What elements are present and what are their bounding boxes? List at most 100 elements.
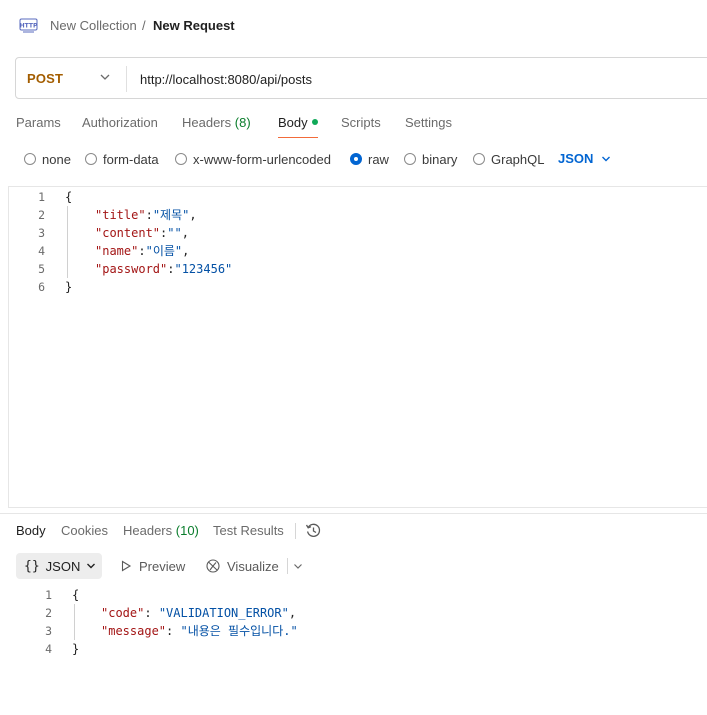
body-type-selector: none form-data x-www-form-urlencoded raw…: [0, 148, 707, 170]
chevron-down-icon: [87, 563, 96, 569]
radio-label: raw: [368, 151, 389, 167]
chevron-down-icon[interactable]: [291, 559, 305, 573]
line-number: 5: [38, 262, 45, 276]
svg-text:HTTP: HTTP: [20, 23, 38, 30]
request-body-editor[interactable]: 1 2 3 4 5 6 { "title":"제목", "content":""…: [8, 186, 707, 508]
preview-label: Preview: [139, 558, 186, 574]
body-modified-dot: [311, 119, 318, 125]
toolbar-separator: [287, 558, 288, 574]
indent-guide: [74, 604, 75, 640]
request-header: HTTP New Collection / New Request: [0, 0, 707, 52]
visualize-label: Visualize: [227, 558, 279, 574]
line-number: 3: [38, 226, 45, 240]
radio-circle-selected: [350, 153, 362, 165]
json-value: "내용은 필수입니다.": [180, 624, 298, 638]
line-number: 2: [45, 606, 52, 620]
response-tab-headers-count: (10): [175, 523, 199, 538]
code-line: "code": "VALIDATION_ERROR",: [101, 606, 297, 620]
radio-label: none: [42, 151, 71, 167]
json-comma: ,: [182, 244, 190, 258]
raw-format-label: JSON: [558, 151, 594, 166]
tab-body[interactable]: Body: [278, 115, 318, 130]
visualize-button[interactable]: Visualize: [205, 553, 279, 579]
json-value: "123456": [174, 262, 233, 276]
tab-separator: [295, 523, 296, 539]
response-body-viewer[interactable]: 1 2 3 4 { "code": "VALIDATION_ERROR", "m…: [0, 586, 707, 666]
tab-body-label: Body: [278, 115, 308, 130]
chevron-down-icon[interactable]: [98, 70, 112, 84]
play-icon: [121, 560, 132, 572]
radio-raw[interactable]: raw: [350, 150, 389, 168]
tab-authorization[interactable]: Authorization: [82, 115, 158, 130]
json-value: "": [167, 226, 182, 240]
radio-circle: [175, 153, 187, 165]
code-close-brace: }: [72, 642, 80, 656]
radio-circle: [85, 153, 97, 165]
url-input[interactable]: [140, 66, 680, 92]
tab-headers[interactable]: Headers (8): [182, 115, 251, 130]
response-divider[interactable]: [0, 513, 707, 514]
code-line: "content":"",: [95, 226, 189, 240]
json-comma: ,: [288, 606, 297, 620]
tab-headers-count: (8): [234, 115, 251, 130]
code-open-brace: {: [72, 588, 80, 602]
code-line: "title":"제목",: [95, 208, 197, 222]
line-number: 4: [45, 642, 52, 656]
method-select[interactable]: POST: [27, 71, 63, 86]
json-key: "title": [95, 208, 146, 222]
radio-binary[interactable]: binary: [404, 150, 457, 168]
line-number: 3: [45, 624, 52, 638]
tab-params[interactable]: Params: [16, 115, 61, 130]
radio-circle: [473, 153, 485, 165]
line-number: 2: [38, 208, 45, 222]
raw-format-select[interactable]: JSON: [558, 151, 611, 166]
response-tab-headers-label: Headers: [123, 523, 173, 538]
json-comma: ,: [189, 208, 197, 222]
json-key: "content": [95, 226, 161, 240]
response-tab-test-results[interactable]: Test Results: [213, 523, 284, 538]
braces-icon: {}: [24, 558, 40, 574]
http-icon: HTTP: [19, 18, 38, 33]
code-open-brace: {: [65, 190, 73, 204]
code-line: "name":"이름",: [95, 244, 190, 258]
tab-scripts[interactable]: Scripts: [341, 115, 381, 130]
tab-settings[interactable]: Settings: [405, 115, 452, 130]
request-name[interactable]: New Request: [153, 18, 235, 33]
history-icon[interactable]: [305, 522, 322, 539]
json-key: "message": [101, 624, 167, 638]
radio-label: x-www-form-urlencoded: [193, 151, 331, 167]
line-number: 6: [38, 280, 45, 294]
line-number: 1: [45, 588, 52, 602]
visualize-icon: [206, 559, 220, 573]
radio-none[interactable]: none: [24, 150, 71, 168]
preview-button[interactable]: Preview: [120, 553, 185, 579]
breadcrumb-collection-link[interactable]: New Collection: [50, 18, 137, 33]
response-format-label: JSON: [45, 558, 81, 574]
indent-guide: [67, 206, 68, 278]
radio-x-www-form-urlencoded[interactable]: x-www-form-urlencoded: [175, 150, 331, 168]
breadcrumb-separator: /: [142, 18, 146, 33]
response-format-select[interactable]: {} JSON: [16, 553, 102, 579]
code-line: "message": "내용은 필수입니다.": [101, 624, 298, 638]
radio-form-data[interactable]: form-data: [85, 150, 159, 168]
radio-graphql[interactable]: GraphQL: [473, 150, 544, 168]
response-tab-cookies[interactable]: Cookies: [61, 523, 108, 538]
radio-circle: [404, 153, 416, 165]
radio-label: GraphQL: [491, 151, 545, 167]
json-key: "code": [101, 606, 145, 620]
json-value: "VALIDATION_ERROR": [158, 606, 289, 620]
json-value: "이름": [145, 244, 183, 258]
json-value: "제목": [152, 208, 190, 222]
line-number: 1: [38, 190, 45, 204]
response-tab-body[interactable]: Body: [16, 523, 46, 538]
tab-headers-label: Headers: [182, 115, 232, 130]
radio-label: binary: [422, 151, 458, 167]
response-toolbar: {} JSON Preview Visualize: [0, 553, 707, 579]
json-comma: ,: [181, 226, 189, 240]
code-line: "password":"123456": [95, 262, 233, 276]
json-key: "password": [95, 262, 168, 276]
response-tab-headers[interactable]: Headers (10): [123, 523, 199, 538]
url-divider: [126, 66, 127, 92]
json-key: "name": [95, 244, 139, 258]
chevron-down-icon: [602, 156, 611, 161]
